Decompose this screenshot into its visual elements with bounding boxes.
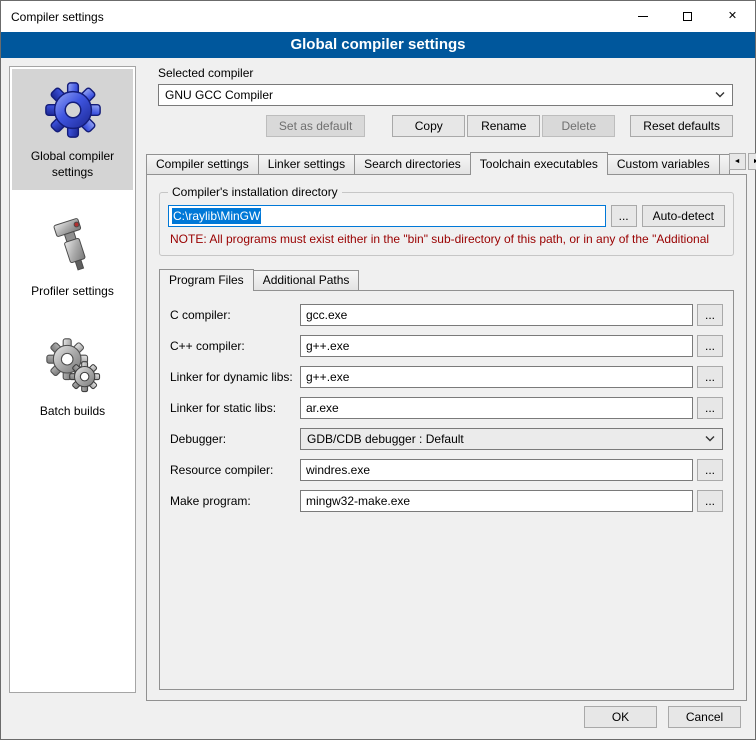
tab-search-directories[interactable]: Search directories (354, 154, 471, 174)
tab-compiler-settings[interactable]: Compiler settings (146, 154, 259, 174)
titlebar: Compiler settings ✕ (1, 1, 755, 32)
resource-compiler-input[interactable] (300, 459, 693, 481)
subtab-additional-paths[interactable]: Additional Paths (253, 270, 360, 290)
installation-directory-input[interactable]: C:\raylib\MinGW (168, 205, 606, 227)
sidebar-item-label: Global compiler settings (14, 149, 131, 180)
field-label: Linker for static libs: (170, 401, 300, 415)
browse-button[interactable]: ... (697, 366, 723, 388)
sidebar-item-profiler-settings[interactable]: Profiler settings (12, 204, 133, 310)
chevron-down-icon (705, 436, 715, 442)
field-row-make-program: Make program: ... (170, 490, 723, 512)
sidebar-item-global-compiler-settings[interactable]: Global compiler settings (12, 69, 133, 190)
toolchain-subtabs: Program Files Additional Paths (159, 268, 734, 290)
selected-compiler-label: Selected compiler (158, 66, 733, 80)
maximize-button[interactable] (665, 1, 710, 32)
tab-scroll-right-button[interactable]: ► (748, 153, 756, 170)
main-area: Global compiler settings Profiler se (1, 58, 755, 701)
tab-toolchain-executables[interactable]: Toolchain executables (470, 152, 608, 175)
field-row-resource-compiler: Resource compiler: ... (170, 459, 723, 481)
field-row-c-compiler: C compiler: ... (170, 304, 723, 326)
copy-button[interactable]: Copy (392, 115, 465, 137)
tab-scroll-left-button[interactable]: ◄ (729, 153, 746, 170)
dynamic-libs-linker-input[interactable] (300, 366, 693, 388)
sidebar-item-batch-builds[interactable]: Batch builds (12, 324, 133, 430)
toolchain-executables-panel: Compiler's installation directory C:\ray… (146, 174, 747, 701)
debugger-value: GDB/CDB debugger : Default (307, 432, 705, 446)
compiler-settings-dialog: Compiler settings ✕ Global compiler sett… (0, 0, 756, 740)
subtab-program-files[interactable]: Program Files (159, 269, 254, 291)
ok-button[interactable]: OK (584, 706, 657, 728)
batch-builds-icon (42, 334, 104, 396)
c-compiler-input[interactable] (300, 304, 693, 326)
installation-directory-group-title: Compiler's installation directory (168, 185, 342, 199)
field-label: Debugger: (170, 432, 300, 446)
make-program-input[interactable] (300, 490, 693, 512)
browse-button[interactable]: ... (697, 335, 723, 357)
browse-button[interactable]: ... (697, 490, 723, 512)
profiler-icon (42, 214, 104, 276)
close-button[interactable]: ✕ (710, 1, 755, 32)
minimize-icon (638, 16, 648, 17)
field-row-cpp-compiler: C++ compiler: ... (170, 335, 723, 357)
dialog-header-title: Global compiler settings (1, 32, 755, 58)
static-libs-linker-input[interactable] (300, 397, 693, 419)
field-label: C++ compiler: (170, 339, 300, 353)
reset-defaults-button[interactable]: Reset defaults (630, 115, 733, 137)
rename-button[interactable]: Rename (467, 115, 540, 137)
selected-compiler-combobox[interactable]: GNU GCC Compiler (158, 84, 733, 106)
installation-directory-row: C:\raylib\MinGW ... Auto-detect (168, 205, 725, 227)
field-row-dynamic-linker: Linker for dynamic libs: ... (170, 366, 723, 388)
field-label: C compiler: (170, 308, 300, 322)
minimize-button[interactable] (620, 1, 665, 32)
settings-sidebar: Global compiler settings Profiler se (9, 66, 136, 693)
set-as-default-button[interactable]: Set as default (266, 115, 365, 137)
installation-directory-group: Compiler's installation directory C:\ray… (159, 192, 734, 256)
tab-scroll-arrows: ◄ ► (729, 153, 756, 170)
sidebar-item-label: Profiler settings (31, 284, 114, 300)
close-icon: ✕ (728, 11, 737, 22)
browse-directory-button[interactable]: ... (611, 205, 637, 227)
settings-tabbar: Compiler settings Linker settings Search… (146, 151, 747, 174)
auto-detect-button[interactable]: Auto-detect (642, 205, 725, 227)
program-files-panel: C compiler: ... C++ compiler: ... Linker… (159, 290, 734, 690)
field-label: Resource compiler: (170, 463, 300, 477)
field-label: Make program: (170, 494, 300, 508)
tab-custom-variables[interactable]: Custom variables (607, 154, 720, 174)
debugger-combobox[interactable]: GDB/CDB debugger : Default (300, 428, 723, 450)
sidebar-item-label: Batch builds (40, 404, 105, 420)
compiler-gear-icon (42, 79, 104, 141)
installation-directory-value: C:\raylib\MinGW (172, 208, 261, 224)
cancel-button[interactable]: Cancel (668, 706, 741, 728)
maximize-icon (683, 12, 692, 21)
cpp-compiler-input[interactable] (300, 335, 693, 357)
dialog-footer: OK Cancel (1, 701, 755, 739)
field-row-debugger: Debugger: GDB/CDB debugger : Default (170, 428, 723, 450)
field-label: Linker for dynamic libs: (170, 370, 300, 384)
selected-compiler-value: GNU GCC Compiler (165, 88, 715, 102)
tab-linker-settings[interactable]: Linker settings (258, 154, 355, 174)
delete-button[interactable]: Delete (542, 115, 615, 137)
browse-button[interactable]: ... (697, 397, 723, 419)
field-row-static-linker: Linker for static libs: ... (170, 397, 723, 419)
settings-content: Selected compiler GNU GCC Compiler Set a… (146, 66, 747, 701)
chevron-down-icon (715, 92, 725, 98)
window-title: Compiler settings (1, 10, 620, 24)
window-controls: ✕ (620, 1, 755, 32)
compiler-actions: Set as default Copy Rename Delete Reset … (158, 115, 733, 137)
note-text: NOTE: All programs must exist either in … (170, 232, 723, 246)
browse-button[interactable]: ... (697, 459, 723, 481)
browse-button[interactable]: ... (697, 304, 723, 326)
